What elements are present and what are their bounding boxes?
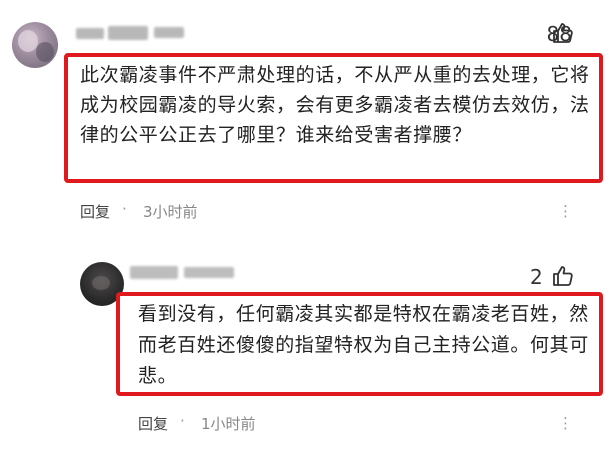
timestamp: 1小时前 [201,415,256,433]
reply-button[interactable]: 回复 [138,413,168,434]
author-name-blurred[interactable] [130,263,240,285]
avatar-blur-patch [18,30,38,52]
blurred-text [184,267,234,278]
blurred-text [130,266,178,279]
author-name-blurred[interactable] [76,24,188,46]
more-options-icon[interactable]: ⋮ [558,414,574,432]
avatar-blur-patch [92,276,110,290]
thumbs-up-icon[interactable] [551,264,575,288]
blurred-text [154,27,184,38]
separator-dot: · [180,412,185,430]
blurred-text [108,26,148,40]
separator-dot: · [122,200,127,218]
more-options-icon[interactable]: ⋮ [558,202,574,220]
avatar[interactable] [12,22,58,68]
comment-text: 此次霸凌事件不严肃处理的话，不从严从重的去处理，它将成为校园霸凌的导火索，会有更… [80,64,590,146]
reply-button[interactable]: 回复 [80,201,110,222]
thumbs-up-icon[interactable] [551,21,575,45]
like-count: 2 [530,265,543,289]
timestamp: 3小时前 [143,203,198,221]
blurred-text [76,28,104,39]
avatar-blur-patch [36,42,54,62]
comment-text: 看到没有，任何霸凌其实都是特权在霸凌老百姓，然而老百姓还傻傻的指望特权为自己主持… [138,303,589,387]
